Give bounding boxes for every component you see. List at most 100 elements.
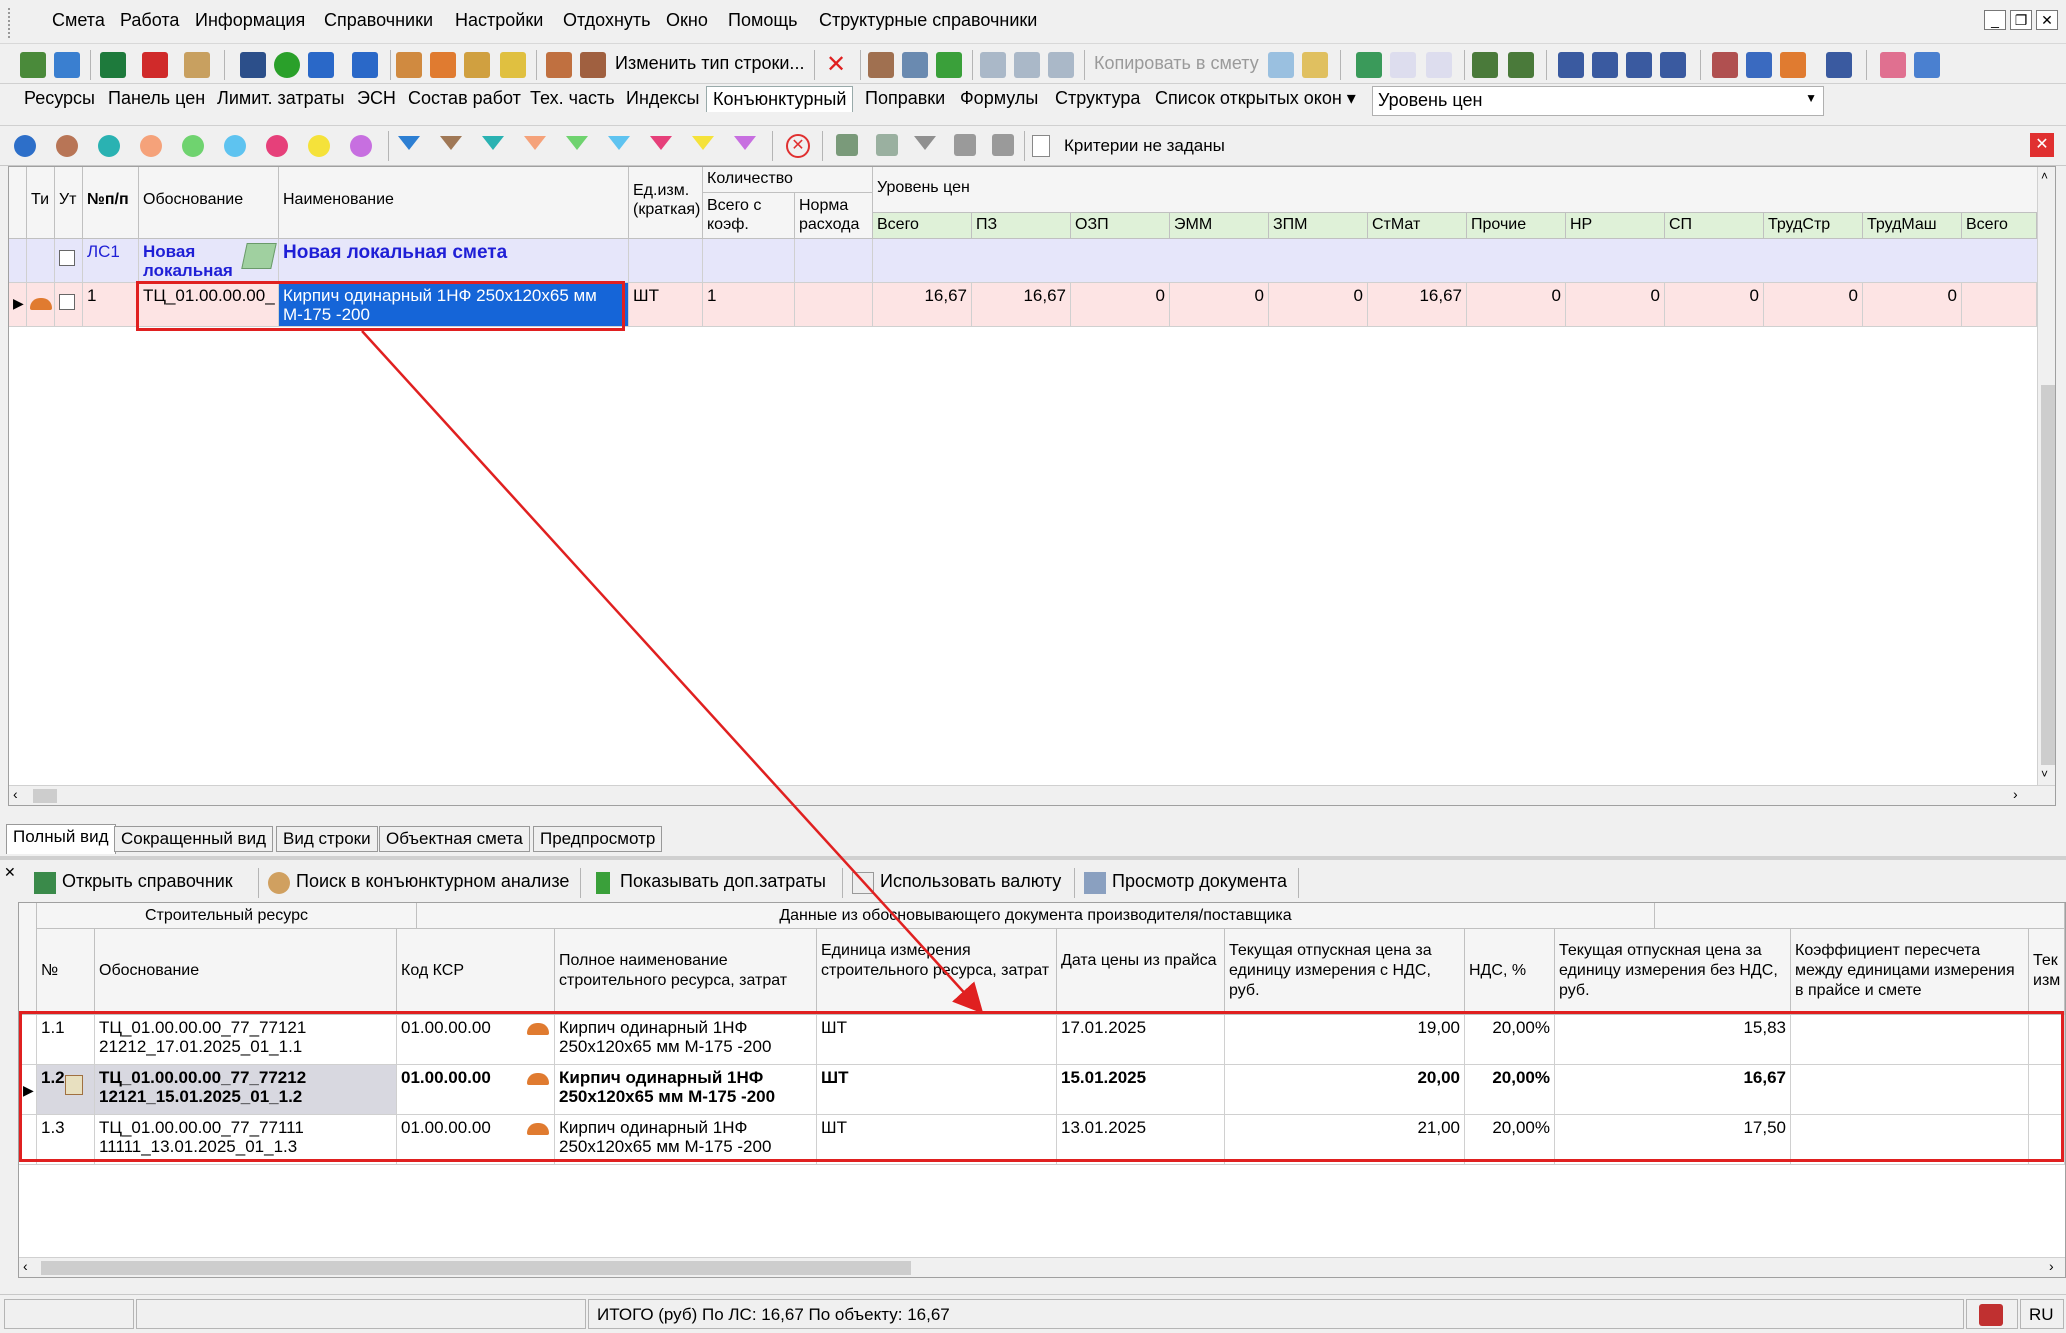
truck-icon[interactable]	[1746, 52, 1772, 78]
color-filter-pink[interactable]	[266, 135, 288, 157]
funnel-brown-icon[interactable]	[440, 136, 462, 150]
cell-ksr[interactable]: 01.00.00.00	[397, 1065, 555, 1115]
cell-ksr[interactable]: 01.00.00.00	[397, 1115, 555, 1165]
menu-info[interactable]: Информация	[195, 10, 305, 31]
header-date[interactable]: Дата цены из прайса	[1057, 929, 1225, 1015]
scroll-left-icon[interactable]: ‹	[23, 1258, 28, 1274]
cut-icon[interactable]	[980, 52, 1006, 78]
copy-icon[interactable]	[1014, 52, 1040, 78]
header-price-emm[interactable]: ЭММ	[1170, 213, 1269, 239]
header-ti[interactable]: Ти	[27, 167, 55, 239]
cell-date[interactable]: 13.01.2025	[1057, 1115, 1225, 1165]
tab-conjunctural[interactable]: Конъюнктурный	[706, 86, 854, 112]
comment-icon[interactable]	[500, 52, 526, 78]
header-price-ozp[interactable]: ОЗП	[1071, 213, 1170, 239]
cell-fullname[interactable]: Кирпич одинарный 1НФ 250x120x65 мм М-175…	[555, 1115, 817, 1165]
tree-remove-icon[interactable]	[1508, 52, 1534, 78]
tab-esn[interactable]: ЭСН	[357, 88, 396, 109]
header-basis[interactable]: Обоснование	[139, 167, 279, 239]
p-doc-icon[interactable]	[1390, 52, 1416, 78]
tab-price-panel[interactable]: Панель цен	[108, 88, 205, 109]
header-price-sp[interactable]: СП	[1665, 213, 1764, 239]
tab-row-view[interactable]: Вид строки	[276, 826, 378, 852]
cell-price-emm[interactable]: 0	[1170, 283, 1269, 327]
close-panel-icon[interactable]: ✕	[2030, 133, 2054, 157]
cell-price-other[interactable]: 0	[1467, 283, 1566, 327]
header-unit[interactable]: Единица измерения строительного ресурса,…	[817, 929, 1057, 1015]
cell-vat[interactable]: 20,00%	[1465, 1015, 1555, 1065]
move-top-icon[interactable]	[954, 134, 976, 156]
cell-cut[interactable]	[2029, 1015, 2065, 1065]
cell-price-vat[interactable]: 21,00	[1225, 1115, 1465, 1165]
cell-price-sp[interactable]: 0	[1665, 283, 1764, 327]
lower-horizontal-scrollbar[interactable]: ‹ ›	[19, 1257, 2065, 1277]
copy-to-estimate-button[interactable]: Копировать в смету	[1094, 53, 1259, 74]
cell-basis[interactable]: Новая локальная	[139, 239, 279, 283]
color-filter-yellow[interactable]	[308, 135, 330, 157]
funnel-peach-icon[interactable]	[524, 136, 546, 150]
indent-icon[interactable]	[1558, 52, 1584, 78]
scroll-left-icon[interactable]: ‹	[13, 786, 18, 802]
header-price-vat[interactable]: Текущая отпускная цена за единицу измере…	[1225, 929, 1465, 1015]
machine-icon[interactable]	[580, 52, 606, 78]
tab-indexes[interactable]: Индексы	[626, 88, 699, 109]
cell-price-total[interactable]: 16,67	[873, 283, 972, 327]
cell-unit[interactable]: ШТ	[817, 1015, 1057, 1065]
horizontal-scroll-thumb[interactable]	[33, 789, 57, 803]
panel-splitter[interactable]	[0, 856, 2066, 860]
color-filter-lightblue[interactable]	[224, 135, 246, 157]
funnel-pink-icon[interactable]	[650, 136, 672, 150]
cell-coef[interactable]	[1791, 1115, 2029, 1165]
header-price-trudmash[interactable]: ТрудМаш	[1863, 213, 1962, 239]
tab-resources[interactable]: Ресурсы	[24, 88, 95, 109]
brick-icon[interactable]	[430, 52, 456, 78]
header-coef[interactable]: Коэффициент пересчета между единицами из…	[1791, 929, 2029, 1015]
menu-smeta[interactable]: Смета	[52, 10, 105, 31]
scroll-right-icon[interactable]: ›	[2013, 786, 2018, 802]
color-filter-peach[interactable]	[140, 135, 162, 157]
cell-unit[interactable]: ШТ	[817, 1065, 1057, 1115]
color-filter-blue[interactable]	[14, 135, 36, 157]
header-name[interactable]: Наименование	[279, 167, 629, 239]
cell-price-novat[interactable]: 17,50	[1555, 1115, 1791, 1165]
brick2-icon[interactable]	[1780, 52, 1806, 78]
header-price-pz[interactable]: ПЗ	[972, 213, 1071, 239]
vertical-scroll-thumb[interactable]	[2041, 385, 2055, 765]
cell-price-nr[interactable]: 0	[1566, 283, 1665, 327]
color-filter-purple[interactable]	[350, 135, 372, 157]
cell-date[interactable]: 15.01.2025	[1057, 1065, 1225, 1115]
clear-filter-icon[interactable]: ✕	[786, 134, 810, 158]
lower-scroll-thumb[interactable]	[41, 1261, 911, 1275]
funnel-blue-icon[interactable]	[398, 136, 420, 150]
cell-price-trudstr[interactable]: 0	[1764, 283, 1863, 327]
header-price-nr[interactable]: НР	[1566, 213, 1665, 239]
funnel-lightblue-icon[interactable]	[608, 136, 630, 150]
cell-fullname[interactable]: Кирпич одинарный 1НФ 250x120x65 мм М-175…	[555, 1015, 817, 1065]
columns-icon[interactable]	[836, 134, 858, 156]
menu-window[interactable]: Окно	[666, 10, 708, 31]
header-basis[interactable]: Обоснование	[95, 929, 397, 1015]
group-icon[interactable]	[868, 52, 894, 78]
cell-price-ozp[interactable]: 0	[1071, 283, 1170, 327]
cell-price-novat[interactable]: 16,67	[1555, 1065, 1791, 1115]
header-vat[interactable]: НДС, %	[1465, 929, 1555, 1015]
cell-unit[interactable]: ШТ	[629, 283, 703, 327]
color-filter-teal[interactable]	[98, 135, 120, 157]
preview-icon[interactable]	[184, 52, 210, 78]
cell-price-vat[interactable]: 19,00	[1225, 1015, 1465, 1065]
menu-settings[interactable]: Настройки	[455, 10, 543, 31]
header-price-stmat[interactable]: СтМат	[1368, 213, 1467, 239]
cell-price-stmat[interactable]: 16,67	[1368, 283, 1467, 327]
rows-icon[interactable]	[876, 134, 898, 156]
close-icon[interactable]: ✕	[2036, 10, 2058, 30]
tree-add-icon[interactable]	[1472, 52, 1498, 78]
copy-block-icon[interactable]	[902, 52, 928, 78]
undo-icon[interactable]	[308, 52, 334, 78]
header-price-trudstr[interactable]: ТрудСтр	[1764, 213, 1863, 239]
scroll-down-icon[interactable]: ˅	[2041, 767, 2048, 781]
cell-ksr[interactable]: 01.00.00.00	[397, 1015, 555, 1065]
cell-fullname[interactable]: Кирпич одинарный 1НФ 250x120x65 мм М-175…	[555, 1065, 817, 1115]
horizontal-scrollbar[interactable]: ‹ ›	[9, 785, 2055, 805]
tab-formulas[interactable]: Формулы	[960, 88, 1038, 109]
menu-references[interactable]: Справочники	[324, 10, 433, 31]
